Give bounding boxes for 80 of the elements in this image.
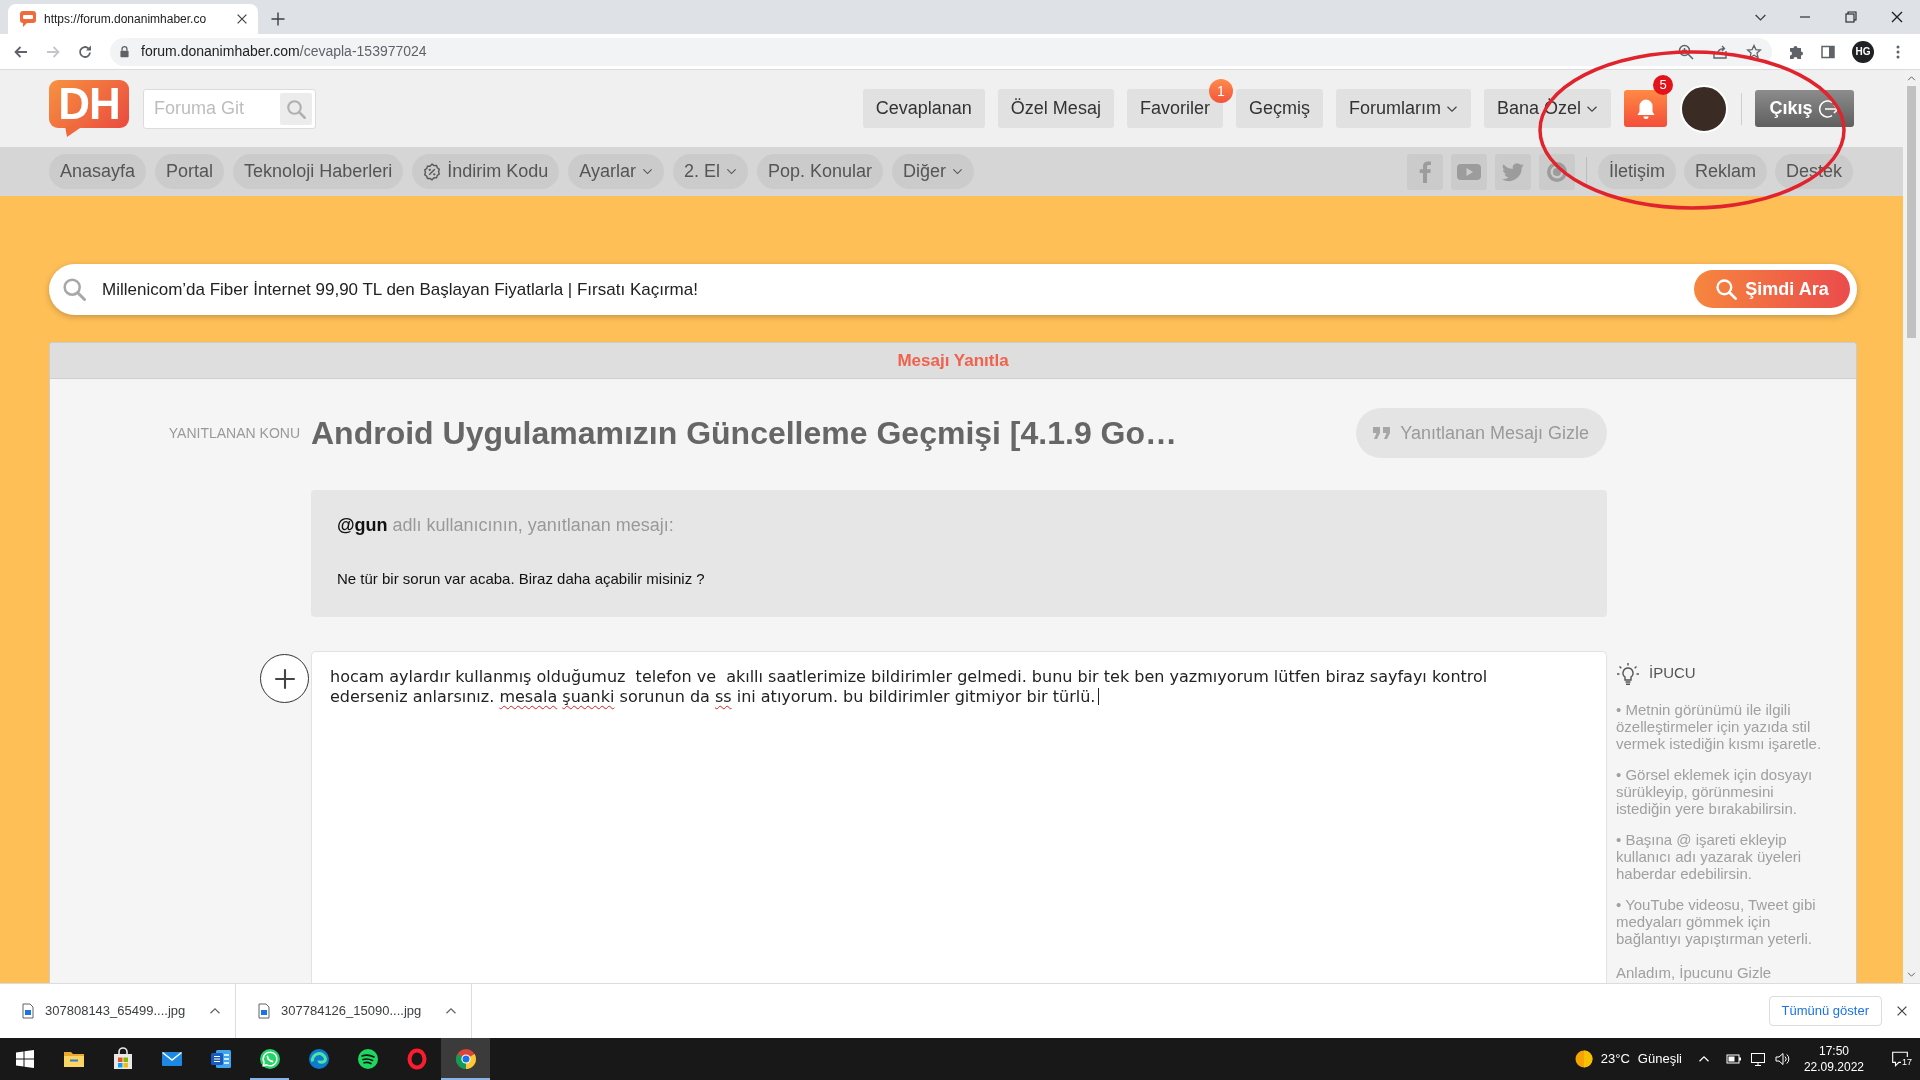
header-button[interactable]: Geçmiş (1235, 89, 1323, 128)
side-panel-icon[interactable] (1820, 43, 1837, 60)
notifications-button[interactable] (1624, 90, 1667, 127)
download-filename[interactable]: 307808143_65499....jpg (45, 1001, 186, 1021)
search-icon (62, 277, 86, 301)
notification-count: 5 (1653, 75, 1673, 95)
download-filename[interactable]: 307784126_15090....jpg (281, 1001, 422, 1021)
edge-icon (306, 1047, 331, 1071)
lightbulb-icon (1616, 661, 1640, 686)
logout-button[interactable]: Çıkış (1755, 90, 1854, 127)
ring-icon[interactable] (1538, 153, 1575, 190)
tip-text: • Görsel eklemek için dosyayı sürükleyip, görünmesini istediğin yere bırakabilirsin. (1616, 766, 1814, 817)
nav-link[interactable]: Teknoloji Haberleri (233, 154, 404, 189)
whatsapp-icon (257, 1047, 282, 1071)
quoted-text: Ne tür bir sorun var acaba. Biraz daha açabilir misiniz ? (337, 570, 706, 588)
spotify-icon (355, 1047, 380, 1071)
nav-link[interactable]: Diğer (892, 154, 975, 189)
close-icon[interactable] (1895, 1004, 1909, 1018)
quote-icon (1372, 425, 1393, 441)
weather-sun-icon[interactable] (1574, 1050, 1593, 1068)
header-button[interactable]: Cevaplanan (862, 89, 985, 128)
puzzle-icon[interactable] (1788, 43, 1805, 60)
header-button[interactable]: Özel Mesaj (997, 89, 1114, 128)
reload-icon[interactable] (77, 43, 93, 60)
topic-title: Android Uygulamamızın Güncelleme Geçmişi [4.1.9 Go… (311, 413, 1177, 453)
image-file-icon (20, 1003, 36, 1019)
nav-link[interactable]: Pop. Konular (756, 154, 884, 189)
star-icon[interactable] (1746, 43, 1763, 60)
topic-label: YANITLANAN KONU (168, 423, 301, 443)
image-file-icon (256, 1003, 272, 1019)
header-button[interactable]: Forumlarım (1335, 89, 1471, 128)
document-icon (208, 1047, 233, 1071)
chrome-icon (453, 1047, 478, 1071)
clock-time[interactable]: 17:50 (1818, 1043, 1849, 1059)
weather-temperature[interactable]: 23°C (1600, 1049, 1630, 1069)
zoom-icon[interactable] (1678, 43, 1695, 60)
speaker-icon[interactable] (1773, 1051, 1790, 1067)
profile-button[interactable]: HG (1852, 40, 1874, 63)
restore-icon[interactable] (1843, 9, 1859, 25)
show-all-button[interactable]: Tümünü göster (1768, 996, 1882, 1026)
tip-text: • Başına @ işareti ekleyip kullanıcı adı yazarak üyeleri haberdar edebilirsin. (1616, 831, 1803, 882)
address-bar[interactable]: forum.donanimhaber.com/cevapla-153977024 (110, 37, 1773, 66)
search-icon (1715, 278, 1738, 300)
browser-tab[interactable]: https://forum.donanimhaber.co (8, 4, 258, 34)
nav-link[interactable]: Ayarlar (568, 154, 664, 189)
search-icon (286, 98, 306, 119)
start-icon (15, 1050, 34, 1068)
quote-header: @gun adlı kullanıcının, yanıtlanan mesajı: (337, 515, 675, 536)
close-icon[interactable] (235, 12, 249, 26)
network-icon[interactable] (1749, 1051, 1766, 1067)
nav-link[interactable]: 2. El (672, 154, 748, 189)
notification-count: 1 (1208, 79, 1233, 103)
scroll-up-icon[interactable] (1907, 74, 1916, 83)
avatar-placeholder[interactable] (1680, 84, 1728, 133)
close-icon[interactable] (1889, 9, 1905, 25)
nav-link[interactable]: Anasayfa (49, 154, 147, 189)
share-icon[interactable] (1712, 43, 1729, 60)
percent-badge-icon (423, 162, 442, 181)
message-editor[interactable]: hocam aylardır kullanmış olduğumuz telefon ve akıllı saatlerimize bildirimler gelmedi. bunu bir tek ben yazmıyorum lütfen biraz sayfayı kontrol ederseniz anlarsınız. mesala şuanki sorunun da ss ini atıyorum. bu bildirimler gitmiyor bir türlü. (311, 651, 1607, 983)
scrollbar-thumb[interactable] (1907, 86, 1916, 338)
tips-title: İPUCU (1649, 663, 1696, 684)
notification-count: 17 (1901, 1057, 1913, 1067)
text-caret-icon (1098, 688, 1100, 705)
taskbar-app-button[interactable] (441, 1038, 490, 1080)
favicon-icon (20, 11, 36, 27)
clock-date[interactable]: 22.09.2022 (1803, 1059, 1864, 1075)
lock-icon (118, 45, 131, 58)
nav-link[interactable]: Portal (155, 154, 225, 189)
add-media-button[interactable] (260, 654, 309, 703)
nav-link[interactable]: Reklam (1683, 154, 1767, 189)
tip-text: • Metnin görünümü ile ilgili özelleştirmeler için yazıda stil vermek istediğin kısmı işaretle. (1616, 701, 1823, 752)
plus-icon (272, 666, 297, 691)
panel-title: Mesajı Yanıtla (50, 343, 1856, 379)
tip-text: • YouTube videosu, Tweet gibi medyaları gömmek için bağlantıyı yapıştırman yeterli. (1616, 896, 1817, 947)
scroll-down-icon[interactable] (1907, 970, 1916, 979)
weather-condition[interactable]: Güneşli (1637, 1049, 1682, 1069)
new-tab-icon[interactable] (270, 11, 286, 27)
nav-link[interactable]: İndirim Kodu (412, 154, 560, 189)
nav-link[interactable]: İletişim (1597, 154, 1676, 189)
battery-icon[interactable] (1725, 1051, 1742, 1067)
